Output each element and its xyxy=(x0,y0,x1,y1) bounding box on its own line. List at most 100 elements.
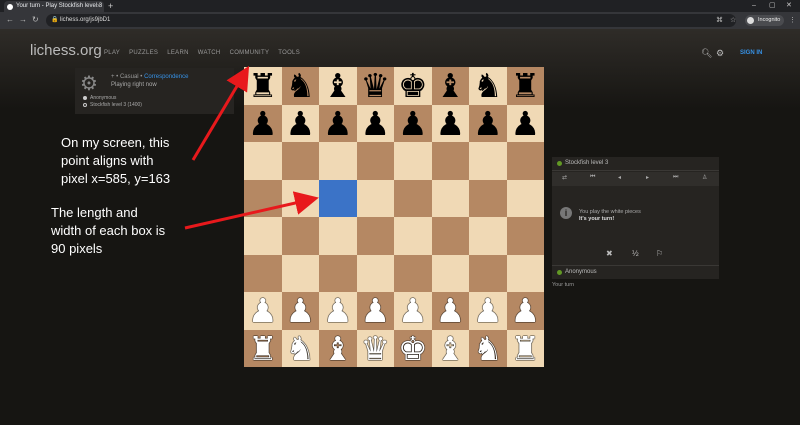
sign-in-link[interactable]: SIGN IN xyxy=(740,50,762,56)
square-h5[interactable] xyxy=(506,179,544,217)
minimize-icon[interactable]: – xyxy=(752,0,756,12)
square-h1[interactable]: ♜ xyxy=(506,329,545,368)
white-pawn-piece[interactable]: ♟ xyxy=(244,292,282,330)
key-icon[interactable]: ⌘ xyxy=(716,14,723,27)
black-knight-piece[interactable]: ♞ xyxy=(282,67,320,105)
browser-menu-icon[interactable]: ⋮ xyxy=(789,14,796,27)
square-g1[interactable]: ♞ xyxy=(469,329,507,368)
square-h7[interactable]: ♟ xyxy=(506,104,544,142)
next-move-icon[interactable]: ▸ xyxy=(646,174,649,181)
square-a7[interactable]: ♟ xyxy=(244,104,282,143)
square-h8[interactable]: ♜ xyxy=(506,67,545,105)
white-bishop-piece[interactable]: ♝ xyxy=(432,329,470,368)
square-d3[interactable] xyxy=(356,254,394,292)
square-d5[interactable] xyxy=(356,179,394,217)
square-h6[interactable] xyxy=(506,142,544,180)
square-c7[interactable]: ♟ xyxy=(319,104,357,142)
square-e3[interactable] xyxy=(394,254,432,292)
black-pawn-piece[interactable]: ♟ xyxy=(394,104,432,143)
url-bar[interactable]: 🔒 lichess.org/js9jbD1 xyxy=(46,14,736,27)
white-knight-piece[interactable]: ♞ xyxy=(469,329,507,368)
square-f2[interactable]: ♟ xyxy=(431,292,470,330)
square-g8[interactable]: ♞ xyxy=(469,67,507,105)
incognito-badge[interactable]: Incognito xyxy=(745,15,785,26)
white-rook-piece[interactable]: ♜ xyxy=(507,329,545,368)
square-d8[interactable]: ♛ xyxy=(356,67,394,105)
square-f5[interactable] xyxy=(431,179,469,217)
square-g7[interactable]: ♟ xyxy=(469,104,507,143)
square-c3[interactable] xyxy=(319,254,357,292)
black-rook-piece[interactable]: ♜ xyxy=(244,67,282,105)
square-h3[interactable] xyxy=(506,254,544,292)
maximize-icon[interactable]: ▢ xyxy=(769,0,776,12)
square-f1[interactable]: ♝ xyxy=(431,329,470,368)
square-b1[interactable]: ♞ xyxy=(281,329,320,368)
nav-learn[interactable]: LEARN xyxy=(167,50,189,56)
square-a6[interactable] xyxy=(244,142,282,180)
square-e1[interactable]: ♚ xyxy=(394,329,432,368)
white-king-piece[interactable]: ♚ xyxy=(394,329,432,368)
square-b4[interactable] xyxy=(281,217,319,255)
square-f7[interactable]: ♟ xyxy=(431,104,470,143)
first-move-icon[interactable]: ⏮ xyxy=(590,174,595,181)
black-pawn-piece[interactable]: ♟ xyxy=(469,104,507,143)
square-a2[interactable]: ♟ xyxy=(244,292,282,330)
square-b2[interactable]: ♟ xyxy=(281,292,319,330)
white-rook-piece[interactable]: ♜ xyxy=(244,329,282,368)
square-c5[interactable] xyxy=(319,179,357,217)
black-pawn-piece[interactable]: ♟ xyxy=(244,104,282,143)
white-knight-piece[interactable]: ♞ xyxy=(282,329,320,368)
player-white-name[interactable]: Anonymous xyxy=(90,95,116,101)
back-icon[interactable]: ← xyxy=(6,15,14,25)
white-pawn-piece[interactable]: ♟ xyxy=(319,292,357,330)
reload-icon[interactable]: ↻ xyxy=(32,15,39,25)
nav-play[interactable]: PLAY xyxy=(104,50,120,56)
square-c2[interactable]: ♟ xyxy=(319,292,357,330)
opponent-name[interactable]: Stockfish level 3 xyxy=(565,160,608,166)
square-c1[interactable]: ♝ xyxy=(319,329,357,368)
square-d4[interactable] xyxy=(356,217,394,255)
white-pawn-piece[interactable]: ♟ xyxy=(394,292,432,330)
search-icon[interactable]: 🔍︎ xyxy=(701,48,712,59)
square-f8[interactable]: ♝ xyxy=(431,67,469,105)
square-c6[interactable] xyxy=(319,142,357,180)
square-f4[interactable] xyxy=(431,217,469,255)
square-a1[interactable]: ♜ xyxy=(244,329,282,368)
abort-icon[interactable]: ✖ xyxy=(606,249,613,258)
forward-icon[interactable]: → xyxy=(19,15,27,25)
white-pawn-piece[interactable]: ♟ xyxy=(469,292,507,330)
square-e4[interactable] xyxy=(394,217,432,255)
chess-board[interactable]: ♜ ♞ ♝ ♛ ♚ ♝ ♞ ♜ ♟ ♟ ♟ ♟ ♟ ♟ ♟ ♟ ♟ ♟ ♟ ♟ ♟ ♟ ♟ ♟ ♜ ♞ ♝ ♛ ♚ ♝ ♞ ♜ xyxy=(244,67,544,367)
player-black-name[interactable]: Stockfish level 3 (1400) xyxy=(90,102,142,108)
black-pawn-piece[interactable]: ♟ xyxy=(357,104,395,143)
square-g3[interactable] xyxy=(469,254,507,292)
black-knight-piece[interactable]: ♞ xyxy=(469,67,507,105)
white-bishop-piece[interactable]: ♝ xyxy=(319,329,357,368)
square-f3[interactable] xyxy=(431,254,469,292)
square-b8[interactable]: ♞ xyxy=(281,67,320,105)
square-e6[interactable] xyxy=(394,142,432,180)
gear-icon[interactable]: ⚙ xyxy=(716,48,724,59)
close-tab-icon[interactable]: × xyxy=(97,1,101,12)
window-close-icon[interactable]: ✕ xyxy=(786,0,792,12)
nav-watch[interactable]: WATCH xyxy=(198,50,221,56)
black-bishop-piece[interactable]: ♝ xyxy=(319,67,357,105)
black-rook-piece[interactable]: ♜ xyxy=(507,67,545,105)
square-d6[interactable] xyxy=(356,142,394,180)
correspondence-link[interactable]: Correspondence xyxy=(144,74,188,80)
square-g5[interactable] xyxy=(469,179,507,217)
new-tab-icon[interactable]: + xyxy=(108,1,113,11)
analysis-icon[interactable]: ♙ xyxy=(702,174,707,181)
browser-tab[interactable]: Your turn - Play Stockfish level 3 × xyxy=(4,1,104,12)
last-move-icon[interactable]: ⏭ xyxy=(673,174,678,181)
square-d2[interactable]: ♟ xyxy=(356,292,394,330)
square-d1[interactable]: ♛ xyxy=(356,329,394,367)
square-e8[interactable]: ♚ xyxy=(394,67,432,105)
white-pawn-piece[interactable]: ♟ xyxy=(507,292,545,330)
black-pawn-piece[interactable]: ♟ xyxy=(282,104,320,143)
square-c8[interactable]: ♝ xyxy=(319,67,357,105)
flip-board-icon[interactable]: ⇄ xyxy=(562,174,567,181)
black-pawn-piece[interactable]: ♟ xyxy=(432,104,470,143)
white-pawn-piece[interactable]: ♟ xyxy=(432,292,470,330)
square-b6[interactable] xyxy=(281,142,319,180)
